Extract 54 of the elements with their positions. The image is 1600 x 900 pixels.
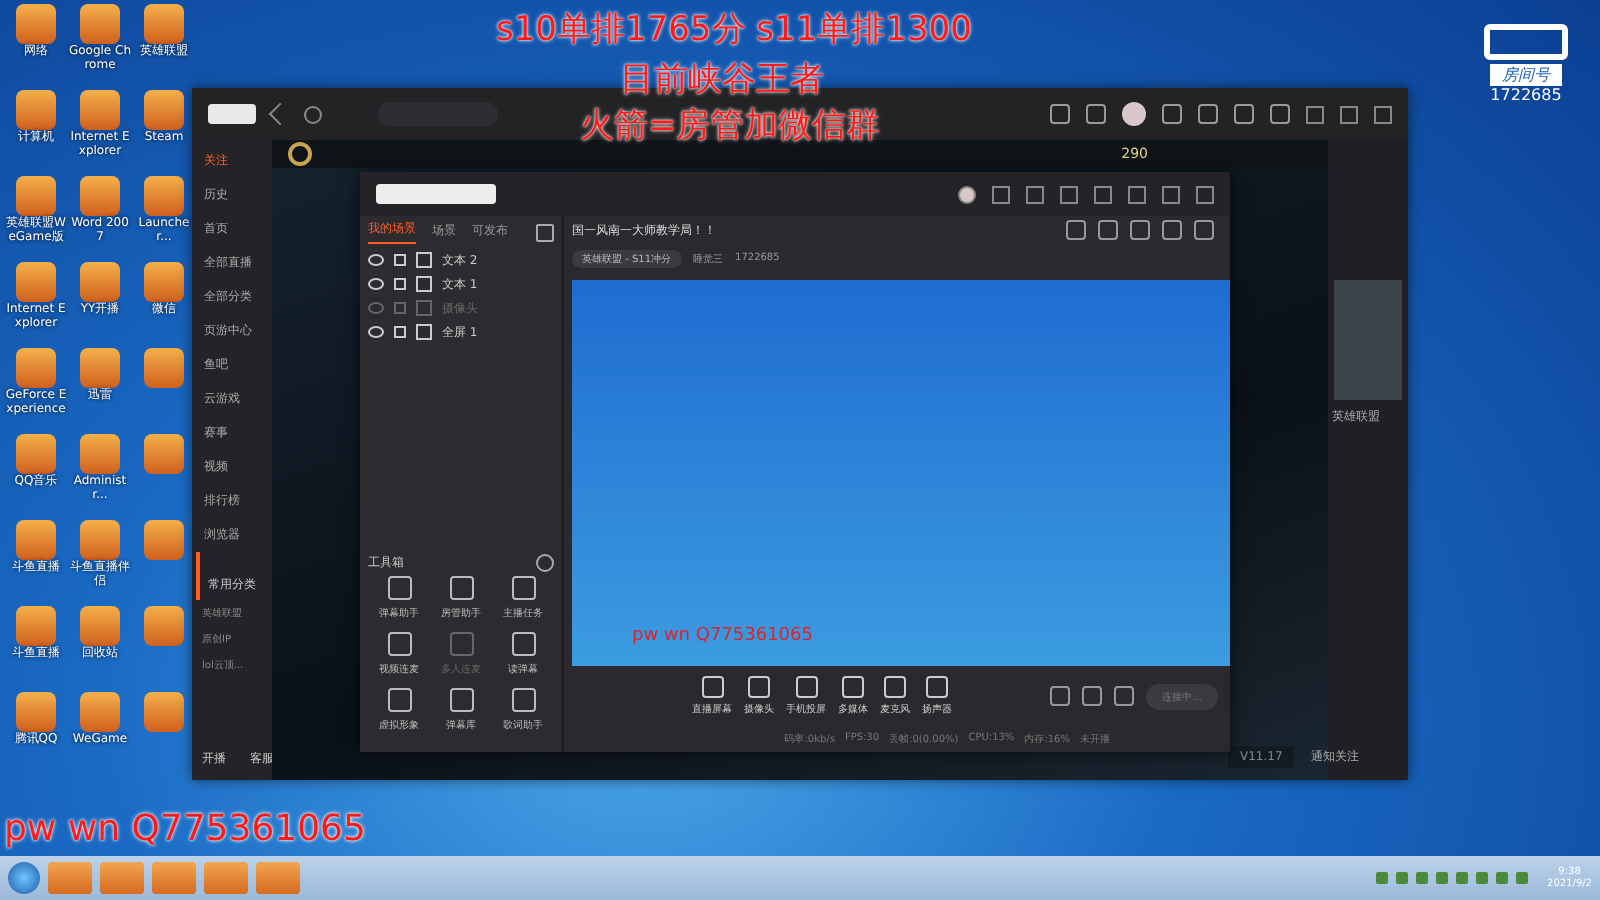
app-icon	[80, 520, 120, 560]
tool-icon	[387, 632, 411, 656]
app-icon	[144, 520, 184, 560]
app-icon	[16, 4, 56, 44]
avatar-icon[interactable]	[1122, 102, 1146, 126]
app-icon	[16, 434, 56, 474]
app-icon	[16, 262, 56, 302]
app-icon	[80, 434, 120, 474]
app-icon	[16, 520, 56, 560]
app-icon	[80, 4, 120, 44]
app-icon	[16, 90, 56, 130]
app-icon	[144, 434, 184, 474]
tool-icon	[387, 688, 411, 712]
tool-icon	[449, 632, 473, 656]
app-icon	[16, 692, 56, 732]
control-icon	[926, 676, 948, 698]
control-icon	[748, 676, 770, 698]
map-thumbnail	[1334, 280, 1402, 400]
app-icon	[80, 262, 120, 302]
app-icon	[144, 90, 184, 130]
app-icon	[16, 606, 56, 646]
overlay-text: 火箭=房管加微信群	[580, 104, 881, 148]
avatar-icon[interactable]	[958, 185, 976, 203]
start-button[interactable]	[8, 862, 40, 894]
app-icon	[80, 348, 120, 388]
room-number: 1722685	[1490, 86, 1562, 104]
app-icon	[80, 692, 120, 732]
overlay-text: 目前峡谷王者	[620, 58, 824, 102]
app-icon	[80, 606, 120, 646]
app-icon	[80, 176, 120, 216]
app-icon	[16, 348, 56, 388]
contact-text: pw wn Q775361065	[4, 808, 366, 850]
app-icon	[144, 4, 184, 44]
control-icon	[795, 676, 817, 698]
tool-icon	[449, 688, 473, 712]
app-icon	[144, 262, 184, 302]
game-logo-icon	[288, 142, 312, 166]
control-icon	[842, 676, 864, 698]
app-icon	[144, 348, 184, 388]
app-icon	[144, 692, 184, 732]
room-label: 房间号	[1490, 64, 1562, 86]
app-icon	[144, 176, 184, 216]
app-icon	[16, 176, 56, 216]
app-icon	[144, 606, 184, 646]
control-icon	[701, 676, 723, 698]
tool-icon	[449, 576, 473, 600]
overlay-text: s10单排1765分 s11单排1300	[496, 8, 972, 52]
control-icon	[884, 676, 906, 698]
app-icon	[80, 90, 120, 130]
tool-icon	[511, 576, 535, 600]
contact-text: pw wn Q775361065	[632, 626, 813, 646]
tool-icon	[387, 576, 411, 600]
tool-icon	[511, 632, 535, 656]
tool-icon	[511, 688, 535, 712]
